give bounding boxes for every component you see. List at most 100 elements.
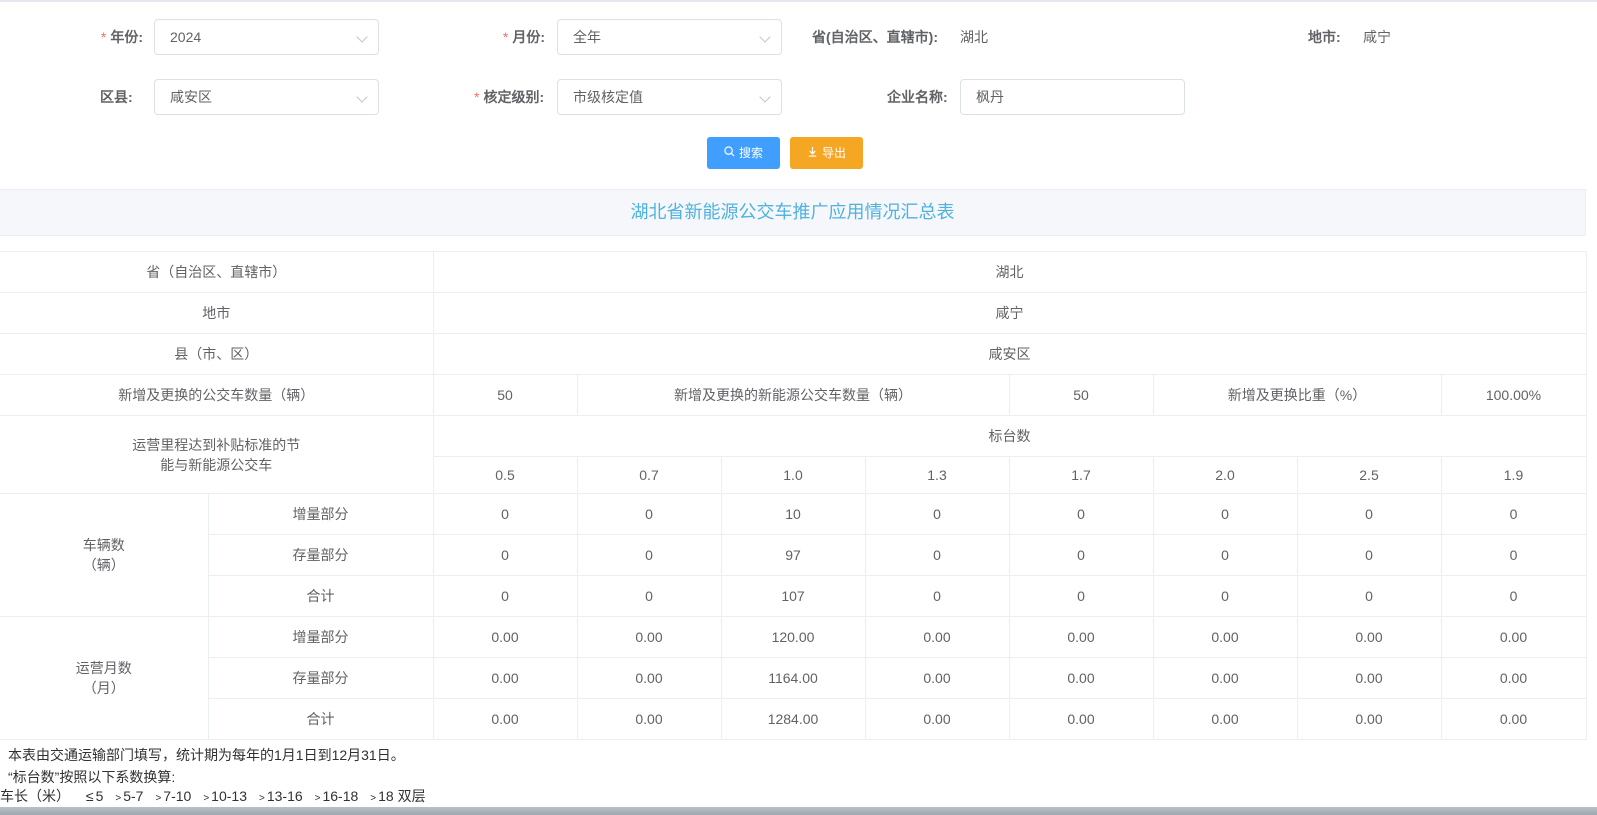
months-value-cell: 1164.00 [720,657,866,699]
district-select[interactable]: 咸安区 [154,79,379,115]
coefficient-header: 1.7 [1008,456,1154,494]
months-value-cell: 0.00 [576,616,722,658]
footnotes: 本表由交通运输部门填写，统计期为每年的1月1日到12月31日。 “标台数”按照以… [8,744,405,788]
length-range: ≤5 [86,788,103,804]
horizontal-scrollbar[interactable] [0,807,1597,815]
range-text: 13-16 [266,788,303,804]
vehicles-value-cell: 97 [720,534,866,576]
summary-table: 省（自治区、直辖市） 湖北 地市 咸宁 县（市、区） 咸安区 新增及更换的公交车… [0,251,1587,740]
coefficient-line: 车长（米） ≤5 >5-7 >7-10 >10-13 >13-16 >16-18 >18 双… [0,786,438,806]
months-label-line-2: （月） [82,680,125,696]
standard-count-header: 标台数 [432,415,1587,457]
year-value: 2024 [170,29,202,45]
province-value: 湖北 [960,29,988,45]
district-label: 区县: [100,89,133,105]
months-value-cell: 0.00 [1008,657,1154,699]
range-text: 5-7 [123,788,144,804]
vehicles-value-cell: 0 [1440,575,1587,617]
months-group-label: 运营月数 （月） [0,616,209,740]
year-label: * 年份: [100,29,143,45]
city-value: 咸宁 [1363,29,1391,45]
search-button[interactable]: 搜索 [707,137,780,169]
month-select[interactable]: 全年 [557,19,782,55]
length-range: >5-7 [115,788,143,804]
filter-row-2: 区县: 咸安区 * 核定级别: 市级核定值 企业名称: 枫丹 [0,79,1597,115]
vehicles-value-cell: 0 [1440,534,1587,576]
months-value-cell: 120.00 [720,616,866,658]
vehicles-value-cell: 0 [864,534,1010,576]
month-value: 全年 [573,29,601,45]
range-text: 18 双层 [378,788,426,804]
level-value: 市级核定值 [573,89,643,105]
report-title: 湖北省新能源公交车推广应用情况汇总表 [0,189,1586,236]
export-button-label: 导出 [821,146,846,160]
months-value-cell: 0.00 [1152,616,1298,658]
table-row: 县（市、区） 咸安区 [0,333,1587,375]
vehicles-value-cell: 0 [864,493,1010,535]
length-range: >16-18 [315,788,359,804]
year-select[interactable]: 2024 [154,19,379,55]
vehicles-value-cell: 0 [1152,575,1298,617]
mileage-label-line-1: 运营里程达到补贴标准的节 [132,436,301,453]
months-value-cell: 0.00 [1296,616,1442,658]
vehicles-row-label: 合计 [207,575,434,617]
months-value-cell: 0.00 [432,616,578,658]
province-label: 省(自治区、直辖市): [812,29,938,45]
vehicles-value-cell: 0 [864,575,1010,617]
table-row: 运营月数 （月） 增量部分 0.00 0.00 120.00 0.00 0.00 0.00 0… [0,616,1587,740]
district-value: 咸安区 [170,89,212,105]
table-row: 合计 0 0 107 0 0 0 0 0 [0,575,1587,617]
company-input[interactable]: 枫丹 [960,79,1185,115]
vehicles-row-label: 增量部分 [207,493,434,535]
months-value-cell: 0.00 [864,657,1010,699]
new-bus-value: 50 [432,374,578,416]
coefficient-header: 1.3 [864,456,1010,494]
range-text: 16-18 [322,788,359,804]
months-value-cell: 0.00 [1008,616,1154,658]
months-value-cell: 1284.00 [720,698,866,740]
range-symbol: > [203,793,210,804]
vehicles-value-cell: 0 [576,534,722,576]
vehicles-value-cell: 0 [576,575,722,617]
province-cell-label: 省（自治区、直辖市） [0,251,434,293]
province-cell-value: 湖北 [432,251,1587,293]
chevron-down-icon [759,91,771,103]
months-value-cell: 0.00 [432,698,578,740]
company-value: 枫丹 [976,89,1004,105]
vehicles-label-line-2: （辆） [82,557,125,573]
top-divider [0,0,1597,2]
months-row-label: 存量部分 [207,657,434,699]
length-range: >18 双层 [370,788,425,804]
months-value-cell: 0.00 [1440,657,1587,699]
footnote-line-1: 本表由交通运输部门填写，统计期为每年的1月1日到12月31日。 [8,747,405,763]
new-ne-bus-value: 50 [1008,374,1154,416]
range-text: 7-10 [163,788,192,804]
length-range: >7-10 [155,788,191,804]
search-icon [724,137,735,169]
month-label: * 月份: [502,29,545,45]
footnote-line-2: “标台数”按照以下系数换算: [8,769,176,785]
range-text: 10-13 [211,788,247,804]
chevron-down-icon [356,91,368,103]
mileage-label-line-2: 能与新能源公交车 [160,456,273,473]
vehicles-value-cell: 0 [1008,493,1154,535]
table-row: 运营里程达到补贴标准的节 能与新能源公交车 标台数 [0,415,1587,494]
download-icon [807,137,818,169]
city-cell-label: 地市 [0,292,434,334]
months-value-cell: 0.00 [864,616,1010,658]
months-value-cell: 0.00 [1440,698,1587,740]
table-row: 存量部分 0.00 0.00 1164.00 0.00 0.00 0.00 0.00 0.00 [0,657,1587,699]
months-value-cell: 0.00 [432,657,578,699]
months-row-label: 增量部分 [207,616,434,658]
export-button[interactable]: 导出 [790,137,863,169]
range-text: 5 [95,788,104,804]
months-value-cell: 0.00 [1440,616,1587,658]
coefficient-header: 2.0 [1152,456,1298,494]
months-value-cell: 0.00 [1296,698,1442,740]
level-select[interactable]: 市级核定值 [557,79,782,115]
coefficient-header: 0.5 [432,456,578,494]
new-ne-bus-label: 新增及更换的新能源公交车数量（辆） [576,374,1010,416]
city-cell-value: 咸宁 [432,292,1587,334]
months-value-cell: 0.00 [1152,698,1298,740]
months-value-cell: 0.00 [1008,698,1154,740]
